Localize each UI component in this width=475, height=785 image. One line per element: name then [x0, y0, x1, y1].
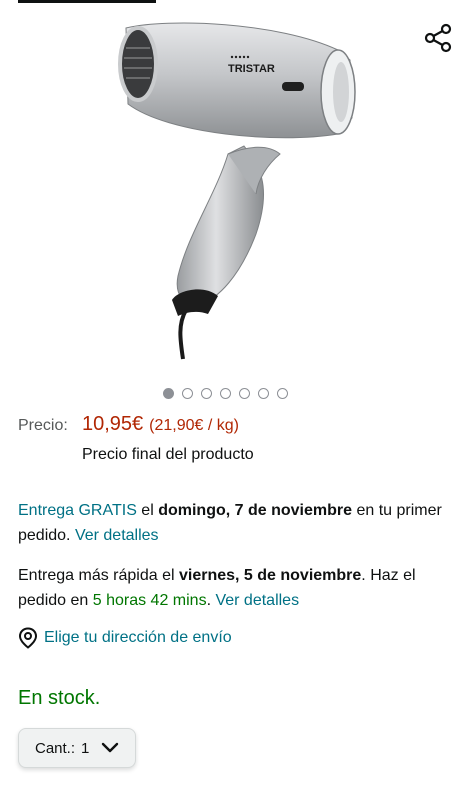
- top-tab-indicator: [18, 0, 156, 3]
- fast-delivery-details-link[interactable]: Ver detalles: [215, 592, 299, 609]
- carousel-dot[interactable]: [239, 388, 250, 399]
- carousel-dot[interactable]: [277, 388, 288, 399]
- unit-price: (21,90€ / kg): [149, 417, 239, 434]
- share-icon[interactable]: [422, 22, 454, 54]
- free-delivery-message: Entrega GRATIS el domingo, 7 de noviembr…: [18, 498, 458, 548]
- free-delivery-date: domingo, 7 de noviembre: [158, 502, 353, 519]
- quantity-selector[interactable]: Cant.: 1: [18, 728, 136, 768]
- image-carousel-dots: [163, 388, 288, 399]
- carousel-dot[interactable]: [163, 388, 174, 399]
- carousel-dot[interactable]: [258, 388, 269, 399]
- price-row: Precio: 10,95€ (21,90€ / kg): [18, 413, 239, 436]
- choose-address-link[interactable]: Elige tu dirección de envío: [18, 627, 232, 649]
- carousel-dot[interactable]: [201, 388, 212, 399]
- choose-address-text[interactable]: Elige tu dirección de envío: [44, 629, 232, 647]
- fast-delivery-date: viernes, 5 de noviembre: [178, 567, 362, 584]
- stock-status: En stock.: [18, 687, 101, 709]
- fast-delivery-message: Entrega más rápida el viernes, 5 de novi…: [18, 563, 458, 613]
- price-final-note: Precio final del producto: [82, 446, 254, 463]
- brand-logo: TRISTAR: [228, 63, 275, 75]
- location-pin-icon: [18, 627, 38, 649]
- quantity-value: 1: [81, 739, 90, 757]
- carousel-dot[interactable]: [220, 388, 231, 399]
- quantity-label: Cant.:: [35, 739, 76, 757]
- free-delivery-link[interactable]: Entrega GRATIS: [18, 502, 137, 519]
- fast-delivery-prefix: Entrega más rápida el: [18, 567, 179, 584]
- price-label: Precio:: [18, 417, 68, 434]
- chevron-down-icon: [102, 742, 119, 753]
- free-delivery-text: el: [136, 502, 159, 519]
- carousel-dot[interactable]: [182, 388, 193, 399]
- product-image[interactable]: TRISTAR: [108, 14, 366, 366]
- order-countdown: 5 horas 42 mins: [92, 592, 207, 609]
- price-amount: 10,95€: [82, 413, 144, 435]
- free-delivery-details-link[interactable]: Ver detalles: [75, 527, 159, 544]
